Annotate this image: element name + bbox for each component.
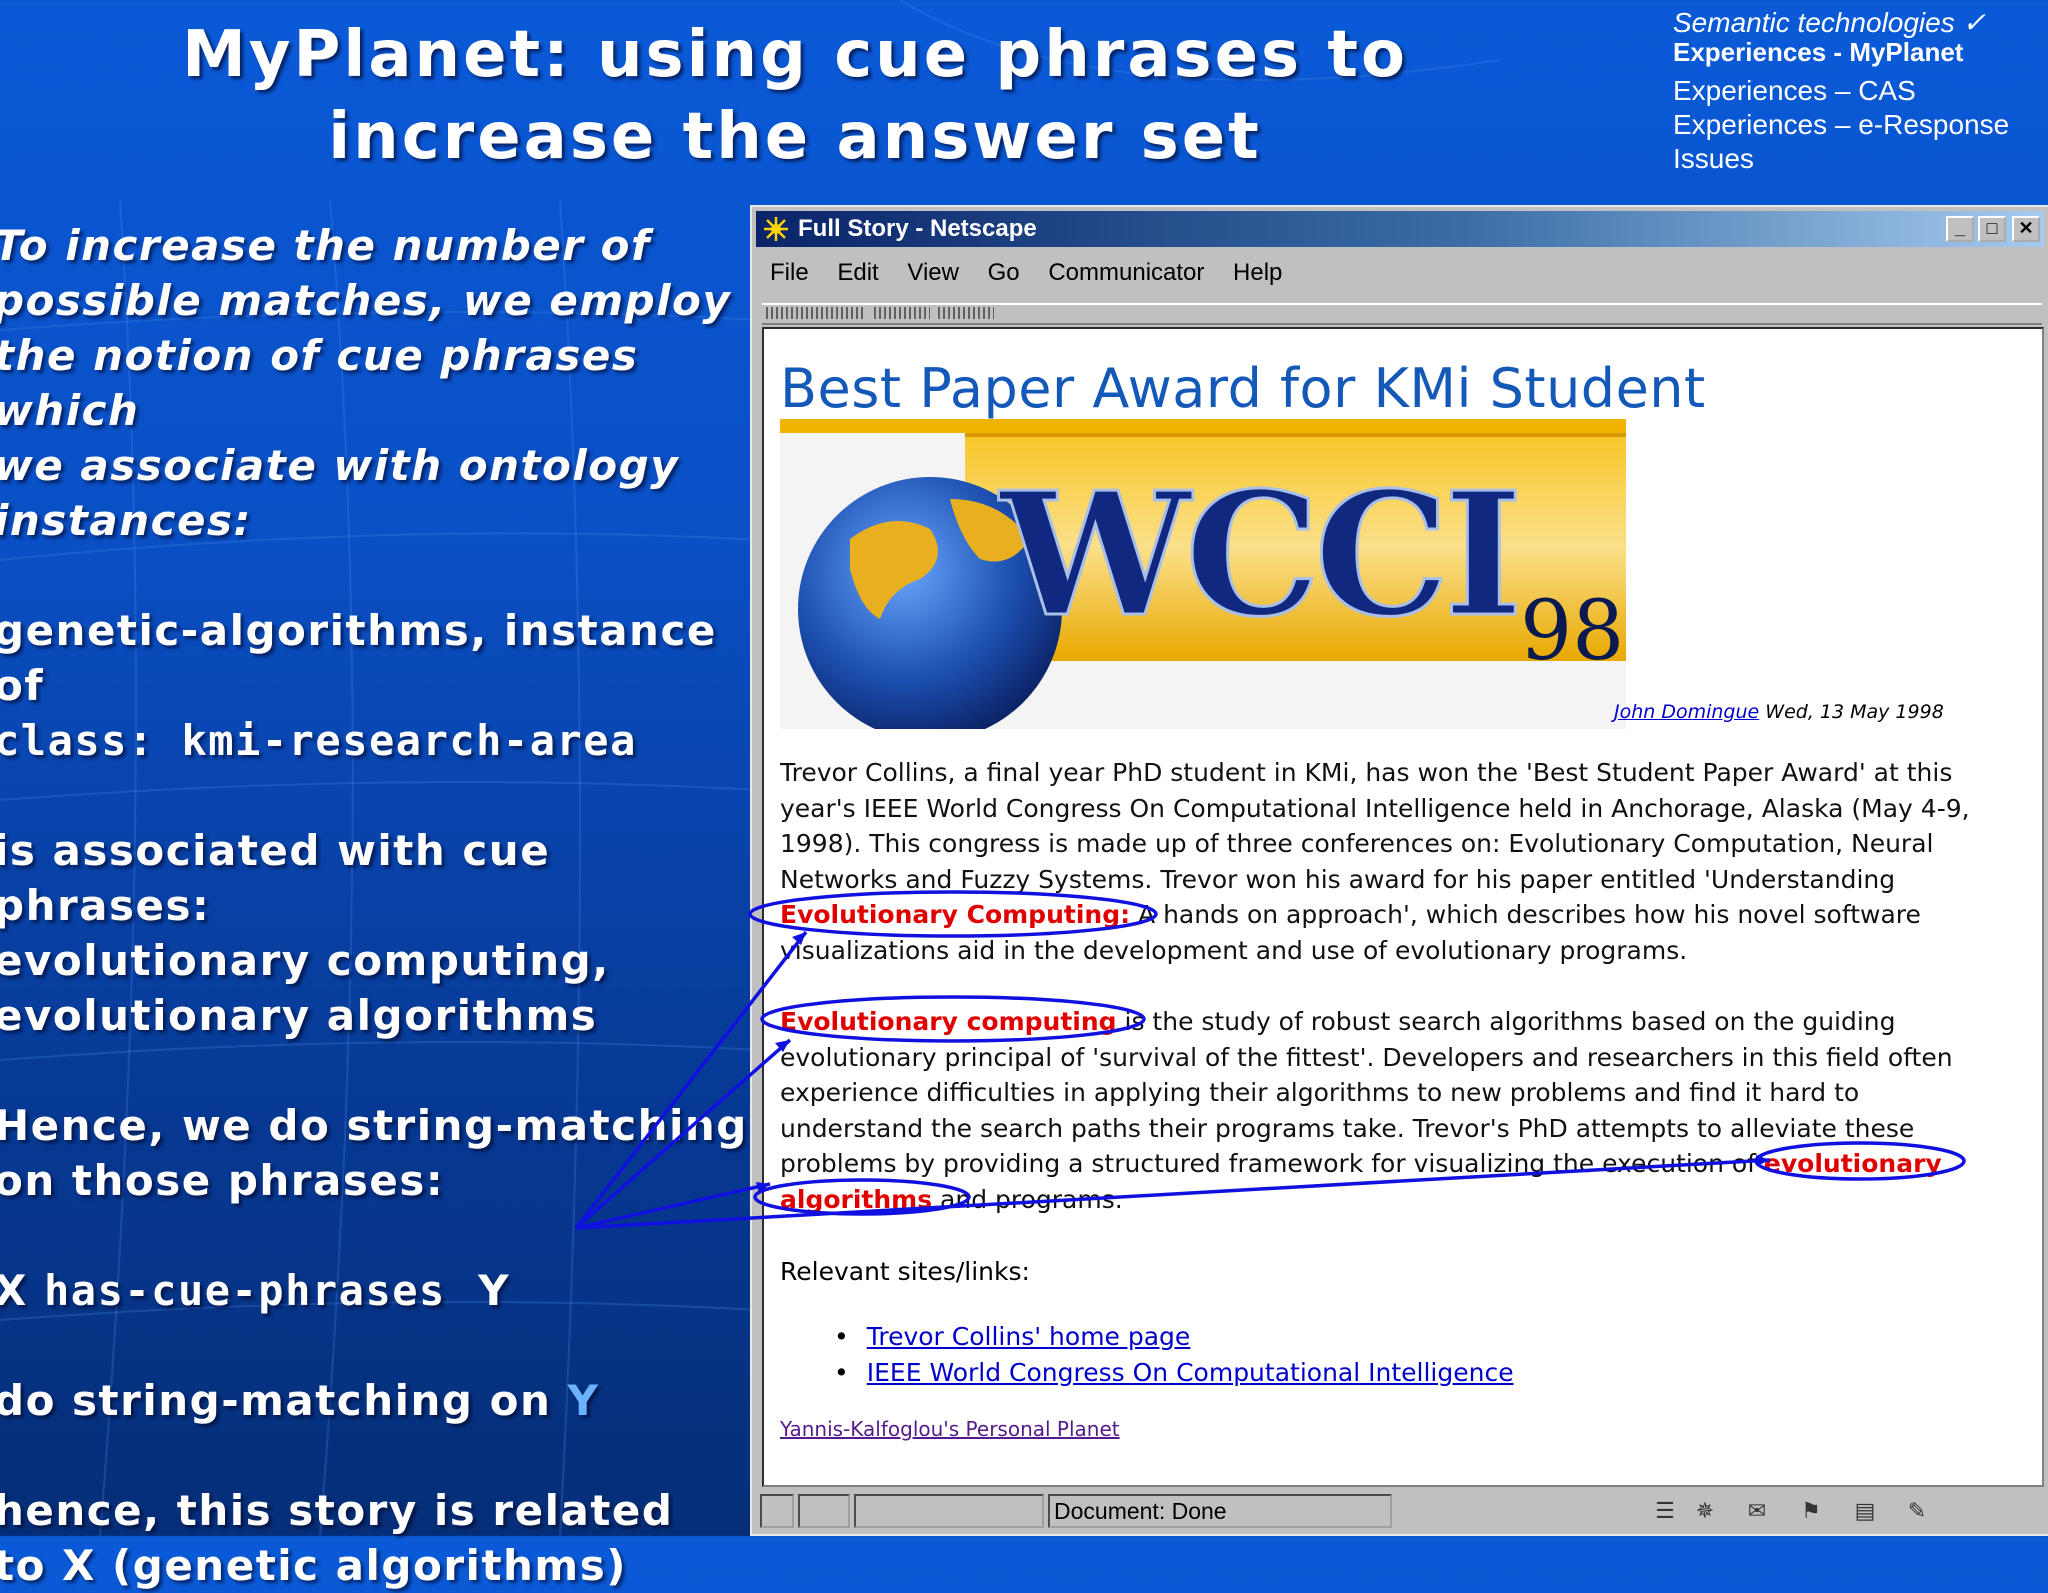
links-list: Trevor Collins' home page IEEE World Con… [834,1319,1514,1391]
nav-item-myplanet: Experiences - MyPlanet [1673,37,1964,67]
highlight-evolutionary: evolutionary [1763,1149,1942,1178]
assoc-line: is associated with cue phrases: [0,826,551,930]
minimize-button[interactable]: _ [1946,216,1974,242]
menu-communicator[interactable]: Communicator [1048,259,1204,286]
discussions-icon[interactable]: ⚑ [1796,1498,1826,1524]
status-bar: Document: Done ☰ ✵ ✉ ⚑ ▤ ✎ [756,1488,2044,1532]
collapsed-toolbars[interactable] [762,303,2042,325]
paragraph-line: visualizations aid in the development an… [780,935,1688,965]
address-book-icon[interactable]: ▤ [1850,1498,1880,1524]
maximize-button[interactable]: □ [1978,216,2006,242]
toolbar-grip[interactable] [874,307,930,319]
instance-line: genetic-algorithms, instance of [0,603,754,713]
mail-icon[interactable]: ✉ [1742,1498,1772,1524]
list-item: Trevor Collins' home page [834,1319,1514,1355]
intro-line: possible matches, we employ [0,276,732,325]
wcci-banner-image: WCCI 98 [780,419,1626,729]
hence-line: on those phrases: [0,1156,445,1205]
class-line: class: kmi-research-area [0,716,637,765]
section-nav: Semantic technologies ✓ Experiences - My… [1673,6,2043,176]
hence-line: Hence, we do string-matching [0,1101,748,1150]
highlight-evolutionary-computing-2: Evolutionary computing [780,1007,1117,1036]
conclusion-line: to X (genetic algorithms) [0,1541,627,1590]
highlight-evolutionary-computing: Evolutionary Computing: [780,900,1131,929]
link-trevor-home[interactable]: Trevor Collins' home page [867,1322,1191,1351]
composer-icon[interactable]: ✎ [1902,1498,1932,1524]
paragraph-line: understand the search paths their progra… [780,1113,1915,1143]
conclusion-line: hence, this story is related [0,1486,674,1535]
nav-item-cas: Experiences – CAS [1673,75,1916,106]
line-text: problems by providing a structured frame… [780,1149,1764,1178]
window-title: Full Story - Netscape [798,215,1037,242]
list-item: IEEE World Congress On Computational Int… [834,1355,1514,1391]
footer-planet-link[interactable]: Yannis-Kalfoglou's Personal Planet [780,1417,1120,1441]
window-titlebar[interactable]: Full Story - Netscape _ □ ✕ [756,211,2044,247]
netscape-window: Full Story - Netscape _ □ ✕ File Edit Vi… [750,205,2048,1536]
paragraph-line: evolutionary principal of 'survival of t… [780,1042,1953,1072]
article-date: Wed, 13 May 1998 [1765,701,1944,723]
link-ieee-congress[interactable]: IEEE World Congress On Computational Int… [867,1358,1514,1387]
rule-x: X [0,1266,28,1315]
intro-line: the notion of cue phrases which [0,331,639,435]
intro-text: To increase the number of possible match… [0,218,754,548]
cue-phrase-2: evolutionary algorithms [0,991,598,1040]
menu-edit[interactable]: Edit [837,259,878,286]
match-y: Y [567,1376,600,1425]
banner-year-text: 98 [1520,584,1624,679]
paragraph-line: experience difficulties in applying thei… [780,1078,1860,1107]
match-text: do string-matching on [0,1376,552,1425]
security-lock-icon[interactable] [760,1494,794,1528]
page-content: Best Paper Award for KMi Student WCCI 98… [762,327,2044,1487]
line-rest: and programs. [932,1184,1123,1214]
connection-icon[interactable] [798,1494,850,1528]
cue-phrase-1: evolutionary computing, [0,936,610,985]
menu-bar: File Edit View Go Communicator Help [770,259,1304,287]
line-rest: is the study of robust search algorithms… [1116,1007,1896,1036]
component-bar-grip-icon[interactable]: ☰ [1650,1498,1680,1524]
menu-view[interactable]: View [907,259,959,286]
close-button[interactable]: ✕ [2012,216,2040,242]
toolbar-grip[interactable] [938,307,994,319]
paragraph-line: Evolutionary Computing: A hands on appro… [780,897,2025,933]
paragraph-line: 1998). This congress is made up of three… [780,829,1934,858]
paragraph-1: Trevor Collins, a final year PhD student… [780,755,2025,968]
paragraph-line: year's IEEE World Congress On Computatio… [780,793,1970,823]
intro-line: To increase the number of [0,221,651,270]
nav-item-issues: Issues [1673,143,1754,174]
paragraph-line: problems by providing a structured frame… [780,1146,2025,1182]
intro-line: we associate with ontology [0,441,680,490]
menu-file[interactable]: File [770,259,809,286]
navigator-icon[interactable]: ✵ [1690,1498,1720,1524]
article-headline: Best Paper Award for KMi Student [780,357,1706,420]
progress-box [854,1494,1044,1528]
menu-help[interactable]: Help [1233,259,1282,286]
toolbar-grip[interactable] [766,307,866,319]
rule-line: X has-cue-phrases Y [0,1263,754,1318]
highlight-algorithms: algorithms [780,1184,933,1214]
paragraph-line: algorithms and programs. [780,1182,2025,1218]
match-line: do string-matching on Y [0,1373,754,1428]
author-link[interactable]: John Domingue [1614,701,1759,723]
rule-relation: has-cue-phrases [44,1266,446,1315]
status-text: Document: Done [1054,1498,1227,1524]
paragraph-line: Networks and Fuzzy Systems. Trevor won h… [780,864,1896,894]
slide-body: To increase the number of possible match… [0,218,754,1593]
nav-item-semantic-technologies: Semantic technologies ✓ [1673,7,1986,38]
instance-term: genetic-algorithms [0,606,471,655]
paragraph-line: Trevor Collins, a final year PhD student… [780,758,1953,787]
paragraph-2: Evolutionary computing is the study of r… [780,1004,2025,1217]
intro-line: instances: [0,496,252,545]
byline: John Domingue Wed, 13 May 1998 [1614,701,1944,723]
line-rest: A hands on approach', which describes ho… [1130,900,1921,929]
netscape-icon [764,217,788,241]
slide-title: MyPlanet: using cue phrases to increase … [182,18,1408,174]
relevant-links-label: Relevant sites/links: [780,1257,1030,1286]
menu-go[interactable]: Go [988,259,1020,286]
banner-wcci-text: WCCI [998,455,1517,655]
paragraph-line: Evolutionary computing is the study of r… [780,1004,2025,1040]
nav-item-e-response: Experiences – e-Response [1673,109,2010,140]
rule-y: Y [478,1266,510,1315]
